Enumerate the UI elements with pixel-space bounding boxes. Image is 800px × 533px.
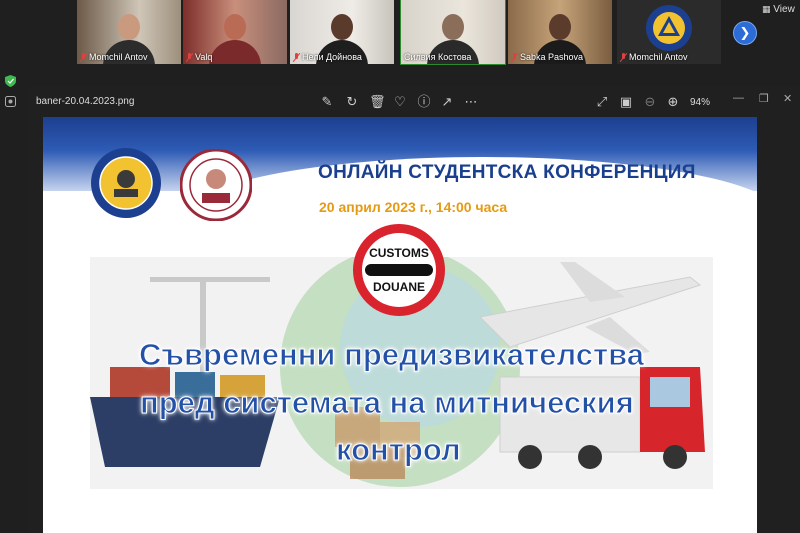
headline-line-1: Съвременни предизвикателства bbox=[138, 337, 645, 373]
file-name: baner-20.04.2023.png bbox=[36, 96, 135, 107]
academy-logo-avatar bbox=[646, 5, 692, 51]
rotate-icon[interactable]: ↻ bbox=[345, 95, 359, 109]
academy-logo bbox=[91, 148, 161, 218]
actual-size-icon[interactable]: ▣ bbox=[619, 95, 633, 109]
participant-tile[interactable]: Sabka Pashova bbox=[508, 0, 612, 64]
customs-sign-top: CUSTOMS bbox=[369, 246, 429, 260]
close-icon[interactable]: ✕ bbox=[783, 92, 792, 105]
edit-image-icon[interactable]: ✎ bbox=[320, 95, 334, 109]
next-participants-button[interactable]: ❯ bbox=[733, 21, 757, 45]
more-options-icon[interactable]: ⋯ bbox=[464, 95, 478, 109]
view-button[interactable]: ▦ View bbox=[762, 4, 795, 15]
view-label: View bbox=[773, 4, 795, 15]
share-icon[interactable]: ↗ bbox=[440, 95, 454, 109]
viewer-toolbar: baner-20.04.2023.png ✎ ↻ 🗑 ♡ ⓘ ↗ ⋯ ⤢ ▣ ⊖… bbox=[28, 86, 800, 118]
fullscreen-icon[interactable]: ⤢ bbox=[595, 95, 609, 109]
banner-image: ОНЛАЙН СТУДЕНТСКА КОНФЕРЕНЦИЯ 20 април 2… bbox=[43, 117, 757, 533]
share-screen-icon[interactable] bbox=[5, 96, 16, 107]
participant-tile[interactable]: Нели Дойнова bbox=[290, 0, 394, 64]
zoom-out-icon[interactable]: ⊖ bbox=[643, 95, 657, 109]
participant-name: Силвия Костова bbox=[404, 52, 472, 62]
headline-line-3: контрол bbox=[336, 432, 462, 468]
grid-view-icon: ▦ bbox=[762, 4, 771, 14]
zoom-in-icon[interactable]: ⊕ bbox=[666, 95, 680, 109]
participant-tile[interactable]: Momchil Antov bbox=[617, 0, 721, 64]
image-viewer-window: baner-20.04.2023.png ✎ ↻ 🗑 ♡ ⓘ ↗ ⋯ ⤢ ▣ ⊖… bbox=[28, 86, 800, 533]
participant-tile[interactable]: Momchil Antov bbox=[77, 0, 181, 64]
zoom-level: 94% bbox=[690, 97, 711, 108]
customs-sign: CUSTOMS DOUANE bbox=[353, 224, 445, 316]
participant-tile-active[interactable]: Силвия Костова bbox=[400, 0, 506, 65]
participant-strip: Momchil Antov Valq Нели Дойнова Силвия К… bbox=[0, 0, 800, 68]
shield-icon[interactable] bbox=[5, 75, 16, 87]
participant-name: Momchil Antov bbox=[629, 52, 688, 62]
delete-icon[interactable]: 🗑 bbox=[369, 95, 386, 109]
chevron-right-icon: ❯ bbox=[739, 25, 751, 40]
participant-name: Valq bbox=[195, 52, 213, 62]
headline-line-2: пред системата на митническия bbox=[140, 385, 635, 421]
conference-date: 20 април 2023 г., 14:00 часа bbox=[319, 199, 508, 215]
info-icon[interactable]: ⓘ bbox=[417, 95, 431, 109]
participant-tile[interactable]: Valq bbox=[183, 0, 287, 64]
conference-title: ОНЛАЙН СТУДЕНТСКА КОНФЕРЕНЦИЯ bbox=[318, 162, 696, 183]
participant-name: Momchil Antov bbox=[89, 52, 148, 62]
participant-name: Нели Дойнова bbox=[302, 52, 362, 62]
participant-name: Sabka Pashova bbox=[520, 52, 584, 62]
university-logo bbox=[180, 149, 252, 221]
customs-sign-bottom: DOUANE bbox=[373, 280, 425, 294]
restore-icon[interactable]: ❐ bbox=[759, 92, 769, 105]
minimize-icon[interactable]: — bbox=[733, 92, 744, 104]
favorite-icon[interactable]: ♡ bbox=[393, 95, 407, 109]
